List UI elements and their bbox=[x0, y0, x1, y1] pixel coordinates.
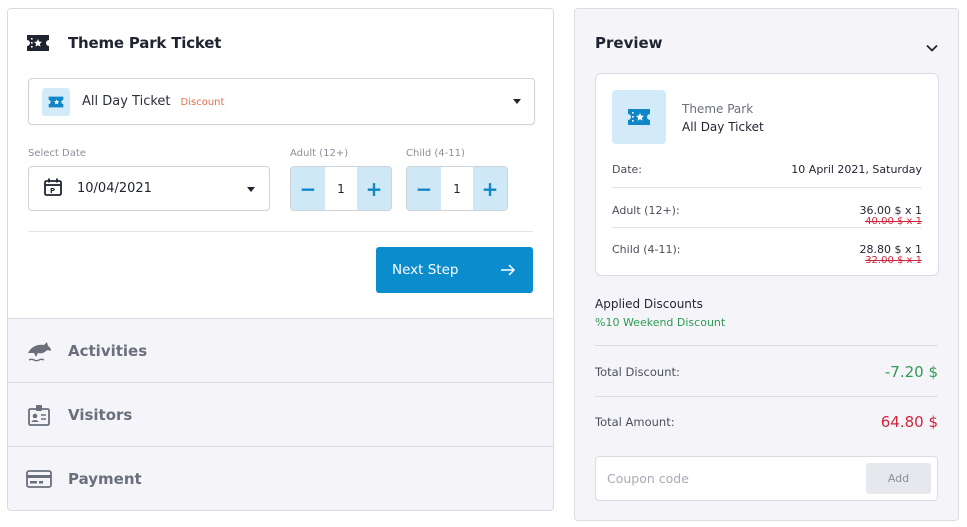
next-step-label: Next Step bbox=[392, 262, 459, 278]
chevron-down-icon bbox=[247, 187, 255, 192]
date-picker[interactable]: P 10/04/2021 bbox=[28, 166, 270, 211]
total-discount-label: Total Discount: bbox=[595, 365, 680, 379]
preview-park-name: Theme Park bbox=[682, 102, 754, 116]
child-count[interactable]: 1 bbox=[441, 167, 473, 210]
preview-date-label: Date: bbox=[612, 163, 642, 176]
total-amount-value: 64.80 $ bbox=[880, 413, 938, 431]
booking-panel: Theme Park Ticket All Day Ticket Discoun… bbox=[7, 8, 554, 511]
dolphin-icon bbox=[26, 338, 52, 364]
preview-adult-label: Adult (12+): bbox=[612, 204, 680, 217]
ticket-section-title: Theme Park Ticket bbox=[68, 34, 222, 52]
applied-discounts-label: Applied Discounts bbox=[595, 297, 703, 311]
calendar-icon: P bbox=[43, 177, 63, 201]
adult-label: Adult (12+) bbox=[290, 148, 349, 159]
step-payment-label: Payment bbox=[68, 469, 142, 488]
preview-child-label: Child (4-11): bbox=[612, 243, 681, 256]
preview-child-old-price: 32.00 $ x 1 bbox=[865, 255, 922, 266]
child-increment-button[interactable]: + bbox=[473, 167, 507, 210]
child-quantity-stepper: − 1 + bbox=[406, 166, 508, 211]
divider bbox=[595, 396, 938, 397]
ticket-type-name: All Day Ticket bbox=[82, 94, 171, 109]
date-value: 10/04/2021 bbox=[77, 181, 152, 196]
preview-title: Preview bbox=[595, 34, 663, 52]
preview-panel: Preview Theme Park All Day Ticket Date: … bbox=[574, 8, 959, 521]
ticket-type-select[interactable]: All Day Ticket Discount bbox=[28, 78, 535, 125]
preview-ticket-name: All Day Ticket bbox=[682, 120, 764, 134]
chevron-down-icon[interactable] bbox=[926, 37, 938, 56]
step-payment[interactable]: Payment bbox=[8, 447, 553, 510]
divider bbox=[28, 231, 533, 232]
chevron-down-icon bbox=[513, 99, 521, 104]
step-visitors-label: Visitors bbox=[68, 405, 133, 424]
preview-date-value: 10 April 2021, Saturday bbox=[791, 163, 922, 176]
ticket-icon bbox=[26, 33, 52, 53]
credit-card-icon bbox=[26, 466, 52, 492]
ticket-section-header: Theme Park Ticket bbox=[26, 33, 221, 53]
step-activities[interactable]: Activities bbox=[8, 319, 553, 383]
svg-text:P: P bbox=[50, 187, 55, 195]
divider bbox=[612, 227, 922, 228]
ticket-badge-icon bbox=[612, 90, 666, 144]
discount-badge: Discount bbox=[180, 97, 225, 108]
applied-discount-value: %10 Weekend Discount bbox=[595, 316, 726, 329]
total-amount-label: Total Amount: bbox=[595, 415, 675, 429]
date-label: Select Date bbox=[28, 148, 86, 159]
preview-ticket-card: Theme Park All Day Ticket Date: 10 April… bbox=[595, 73, 939, 276]
ticket-section: Theme Park Ticket All Day Ticket Discoun… bbox=[8, 9, 553, 319]
ticket-badge-icon bbox=[42, 87, 70, 116]
divider bbox=[595, 345, 938, 346]
adult-count[interactable]: 1 bbox=[325, 167, 357, 210]
next-step-button[interactable]: Next Step bbox=[376, 247, 533, 293]
step-visitors[interactable]: Visitors bbox=[8, 383, 553, 447]
id-card-icon bbox=[26, 402, 52, 428]
total-discount-value: -7.20 $ bbox=[884, 363, 938, 381]
adult-quantity-stepper: − 1 + bbox=[290, 166, 392, 211]
child-label: Child (4-11) bbox=[406, 148, 465, 159]
add-coupon-button[interactable]: Add bbox=[866, 463, 931, 494]
adult-decrement-button[interactable]: − bbox=[291, 167, 325, 210]
child-decrement-button[interactable]: − bbox=[407, 167, 441, 210]
arrow-right-icon bbox=[499, 261, 517, 283]
coupon-code-input[interactable] bbox=[596, 457, 856, 500]
step-activities-label: Activities bbox=[68, 341, 148, 360]
coupon-box: Add bbox=[595, 456, 938, 501]
adult-increment-button[interactable]: + bbox=[357, 167, 391, 210]
preview-adult-old-price: 40.00 $ x 1 bbox=[865, 216, 922, 227]
divider bbox=[612, 187, 922, 188]
